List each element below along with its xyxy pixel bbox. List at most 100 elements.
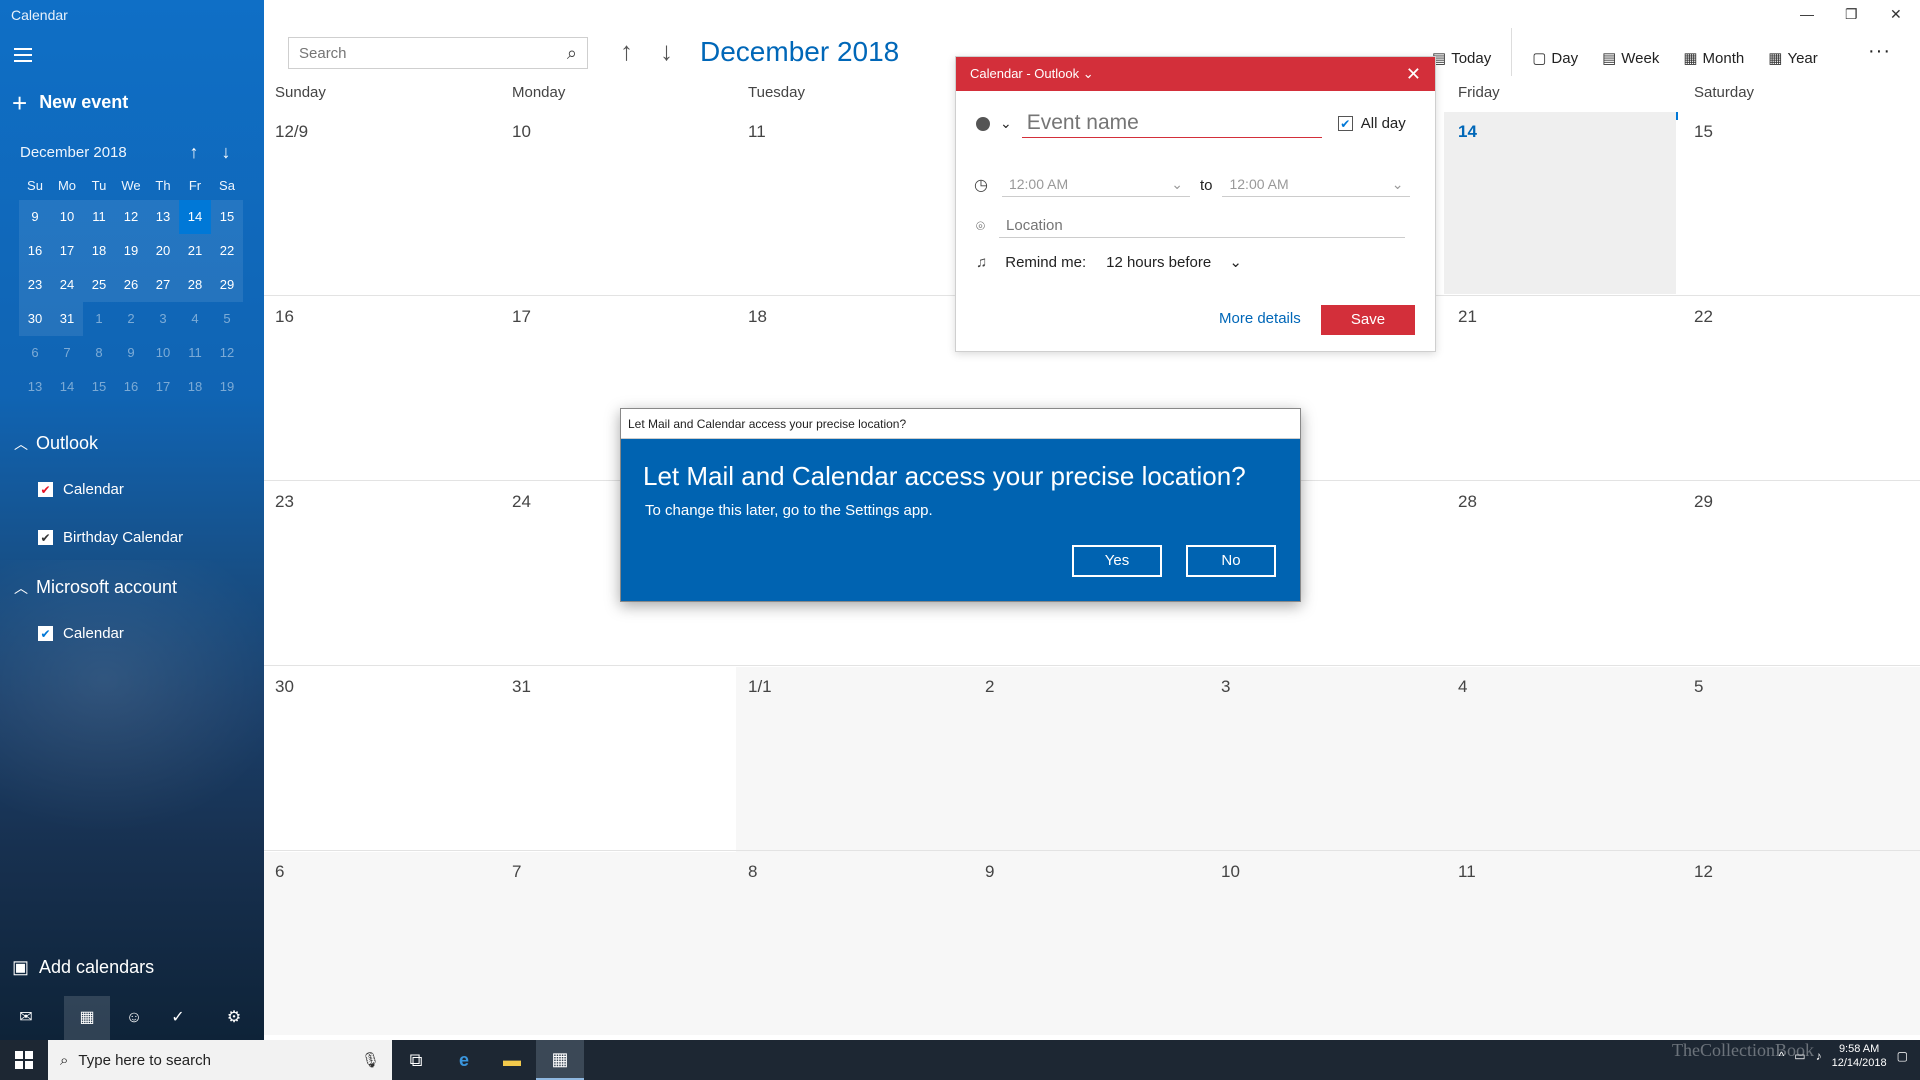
- day-cell-number[interactable]: 21: [1458, 307, 1477, 327]
- mini-day-cell[interactable]: 12: [211, 336, 243, 370]
- mini-next-arrow-icon[interactable]: ↓: [210, 142, 242, 163]
- more-options-icon[interactable]: ···: [1868, 40, 1891, 63]
- mini-day-cell[interactable]: 3: [147, 302, 179, 336]
- taskbar-search[interactable]: ⌕ Type here to search 🎙: [48, 1040, 392, 1080]
- end-time-select[interactable]: 12:00 AM ⌄: [1222, 173, 1411, 197]
- previous-month-arrow-icon[interactable]: ↑: [620, 36, 633, 67]
- mini-day-cell[interactable]: 19: [211, 370, 243, 404]
- mini-day-cell[interactable]: 20: [147, 234, 179, 268]
- mini-day-cell[interactable]: 13: [19, 370, 51, 404]
- mini-day-cell[interactable]: 17: [51, 234, 83, 268]
- day-cell-number[interactable]: 12: [1694, 862, 1713, 882]
- hamburger-menu-icon[interactable]: [14, 48, 32, 62]
- start-button[interactable]: [0, 1040, 48, 1080]
- calendar-item-birthday[interactable]: ✔ Birthday Calendar: [38, 529, 183, 546]
- week-view-button[interactable]: ▤ Week: [1602, 49, 1659, 68]
- mini-day-cell[interactable]: 6: [19, 336, 51, 370]
- mini-day-cell[interactable]: 28: [179, 268, 211, 302]
- mini-day-cell[interactable]: 15: [211, 200, 243, 234]
- day-cell-number[interactable]: 4: [1458, 677, 1467, 697]
- new-event-button[interactable]: + New event: [12, 90, 128, 116]
- year-view-button[interactable]: ▦ Year: [1768, 49, 1818, 68]
- clock[interactable]: 9:58 AM 12/14/2018: [1832, 1042, 1887, 1070]
- search-input[interactable]: [299, 44, 567, 62]
- day-cell-number[interactable]: 12/9: [275, 122, 308, 142]
- mini-calendar-title[interactable]: December 2018: [20, 144, 178, 161]
- mini-day-cell[interactable]: 24: [51, 268, 83, 302]
- mini-day-cell[interactable]: 21: [179, 234, 211, 268]
- group-microsoft-account[interactable]: ︿ Microsoft account: [14, 577, 177, 598]
- mini-day-cell[interactable]: 26: [115, 268, 147, 302]
- mini-day-cell[interactable]: 19: [115, 234, 147, 268]
- calendar-app-icon[interactable]: ▦: [536, 1040, 584, 1080]
- no-button[interactable]: No: [1186, 545, 1276, 577]
- day-cell-number[interactable]: 31: [512, 677, 531, 697]
- chevron-down-icon[interactable]: ⌄: [1000, 115, 1012, 132]
- more-details-link[interactable]: More details: [1219, 310, 1301, 327]
- mini-day-cell[interactable]: 27: [147, 268, 179, 302]
- mini-day-cell[interactable]: 18: [179, 370, 211, 404]
- day-cell-number[interactable]: 24: [512, 492, 531, 512]
- file-explorer-icon[interactable]: ▬: [488, 1040, 536, 1080]
- chevron-up-icon[interactable]: ^: [1779, 1049, 1785, 1063]
- day-cell-number[interactable]: 23: [275, 492, 294, 512]
- mini-day-cell[interactable]: 15: [83, 370, 115, 404]
- edge-icon[interactable]: e: [440, 1040, 488, 1080]
- todo-icon[interactable]: ✓: [158, 996, 198, 1040]
- microphone-icon[interactable]: 🎙: [361, 1051, 380, 1069]
- mini-day-cell[interactable]: 30: [19, 302, 51, 336]
- checkbox-checked-icon[interactable]: ✔: [38, 626, 53, 641]
- network-icon[interactable]: ▭: [1794, 1049, 1805, 1063]
- mini-day-cell[interactable]: 14: [51, 370, 83, 404]
- mini-day-cell[interactable]: 2: [115, 302, 147, 336]
- mini-day-cell[interactable]: 18: [83, 234, 115, 268]
- day-cell-number[interactable]: 11: [1458, 862, 1476, 882]
- next-month-arrow-icon[interactable]: ↓: [660, 36, 673, 67]
- checkbox-checked-icon[interactable]: ✔: [38, 530, 53, 545]
- mini-day-cell[interactable]: 4: [179, 302, 211, 336]
- day-cell-number[interactable]: 29: [1694, 492, 1713, 512]
- mini-day-cell[interactable]: 1: [83, 302, 115, 336]
- day-cell-number[interactable]: 5: [1694, 677, 1703, 697]
- day-cell-number[interactable]: 10: [1221, 862, 1240, 882]
- location-input[interactable]: [999, 214, 1406, 238]
- today-button[interactable]: ▤ Today: [1432, 49, 1491, 68]
- day-cell-number[interactable]: 16: [275, 307, 294, 327]
- day-cell-number[interactable]: 17: [512, 307, 531, 327]
- start-time-select[interactable]: 12:00 AM ⌄: [1001, 173, 1190, 197]
- mini-day-cell[interactable]: 10: [51, 200, 83, 234]
- calendar-icon[interactable]: ▦: [64, 996, 110, 1040]
- day-cell-number[interactable]: 11: [748, 122, 766, 142]
- day-cell-number[interactable]: 3: [1221, 677, 1230, 697]
- day-cell-number[interactable]: 9: [985, 862, 994, 882]
- mini-day-cell[interactable]: 23: [19, 268, 51, 302]
- day-cell-number[interactable]: 22: [1694, 307, 1713, 327]
- mini-day-cell[interactable]: 9: [115, 336, 147, 370]
- day-cell-number[interactable]: 14: [1458, 122, 1477, 142]
- checkbox-checked-icon[interactable]: ✔: [38, 482, 53, 497]
- month-view-button[interactable]: ▦ Month: [1683, 49, 1744, 68]
- day-cell-number[interactable]: 8: [748, 862, 757, 882]
- mini-day-cell[interactable]: 7: [51, 336, 83, 370]
- day-view-button[interactable]: ▢ Day: [1532, 49, 1578, 68]
- mini-day-cell[interactable]: 9: [19, 200, 51, 234]
- mini-day-cell[interactable]: 16: [19, 234, 51, 268]
- color-dot-icon[interactable]: [976, 116, 990, 131]
- mini-day-cell[interactable]: 16: [115, 370, 147, 404]
- mini-day-cell[interactable]: 29: [211, 268, 243, 302]
- group-outlook[interactable]: ︿ Outlook: [14, 433, 98, 454]
- mini-day-cell[interactable]: 11: [179, 336, 211, 370]
- day-cell-number[interactable]: 10: [512, 122, 531, 142]
- mini-day-cell[interactable]: 11: [83, 200, 115, 234]
- restore-icon[interactable]: ❐: [1845, 6, 1858, 23]
- mini-day-cell[interactable]: 22: [211, 234, 243, 268]
- day-cell-number[interactable]: 28: [1458, 492, 1477, 512]
- mini-prev-arrow-icon[interactable]: ↑: [178, 142, 210, 163]
- day-cell-number[interactable]: 2: [985, 677, 994, 697]
- calendar-item-ms-calendar[interactable]: ✔ Calendar: [38, 625, 124, 642]
- mini-day-cell[interactable]: 17: [147, 370, 179, 404]
- remind-select[interactable]: 12 hours before ⌄: [1106, 253, 1242, 271]
- day-cell-number[interactable]: 30: [275, 677, 294, 697]
- day-cell-number[interactable]: 6: [275, 862, 284, 882]
- close-icon[interactable]: ✕: [1406, 64, 1421, 85]
